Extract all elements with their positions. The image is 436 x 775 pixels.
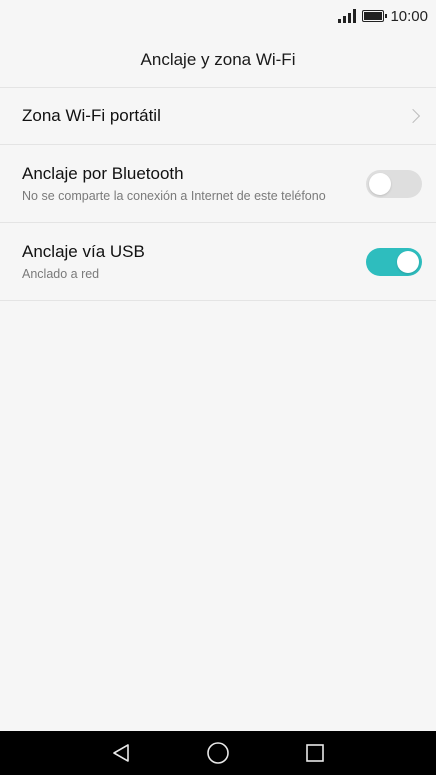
status-time: 10:00: [390, 7, 428, 25]
setting-portable-hotspot[interactable]: Zona Wi-Fi portátil: [0, 88, 436, 145]
back-icon[interactable]: [110, 742, 132, 764]
toggle-knob: [397, 250, 419, 273]
setting-title: Anclaje vía USB: [22, 242, 145, 261]
settings-list: Zona Wi-Fi portátil Anclaje por Bluetoot…: [0, 88, 436, 301]
recents-icon[interactable]: [304, 742, 326, 764]
usb-tethering-toggle[interactable]: [366, 247, 422, 276]
page-title-bar: Anclaje y zona Wi-Fi: [0, 32, 436, 88]
setting-usb-tethering[interactable]: Anclaje vía USB Anclado a red: [0, 223, 436, 301]
signal-icon: [338, 9, 357, 23]
navigation-bar: [0, 731, 436, 775]
page-title: Anclaje y zona Wi-Fi: [140, 49, 296, 69]
bluetooth-tethering-toggle[interactable]: [366, 169, 422, 198]
toggle-knob: [369, 172, 391, 195]
setting-title: Anclaje por Bluetooth: [22, 164, 184, 183]
setting-subtitle: No se comparte la conexión a Internet de…: [22, 189, 326, 203]
battery-icon: [362, 10, 388, 22]
setting-title: Zona Wi-Fi portátil: [22, 106, 161, 125]
screen: 10:00 Anclaje y zona Wi-Fi Zona Wi-Fi po…: [0, 0, 436, 775]
status-bar: 10:00: [0, 0, 436, 32]
home-icon[interactable]: [206, 741, 230, 765]
setting-bluetooth-tethering[interactable]: Anclaje por Bluetooth No se comparte la …: [0, 145, 436, 223]
setting-subtitle: Anclado a red: [22, 267, 100, 281]
